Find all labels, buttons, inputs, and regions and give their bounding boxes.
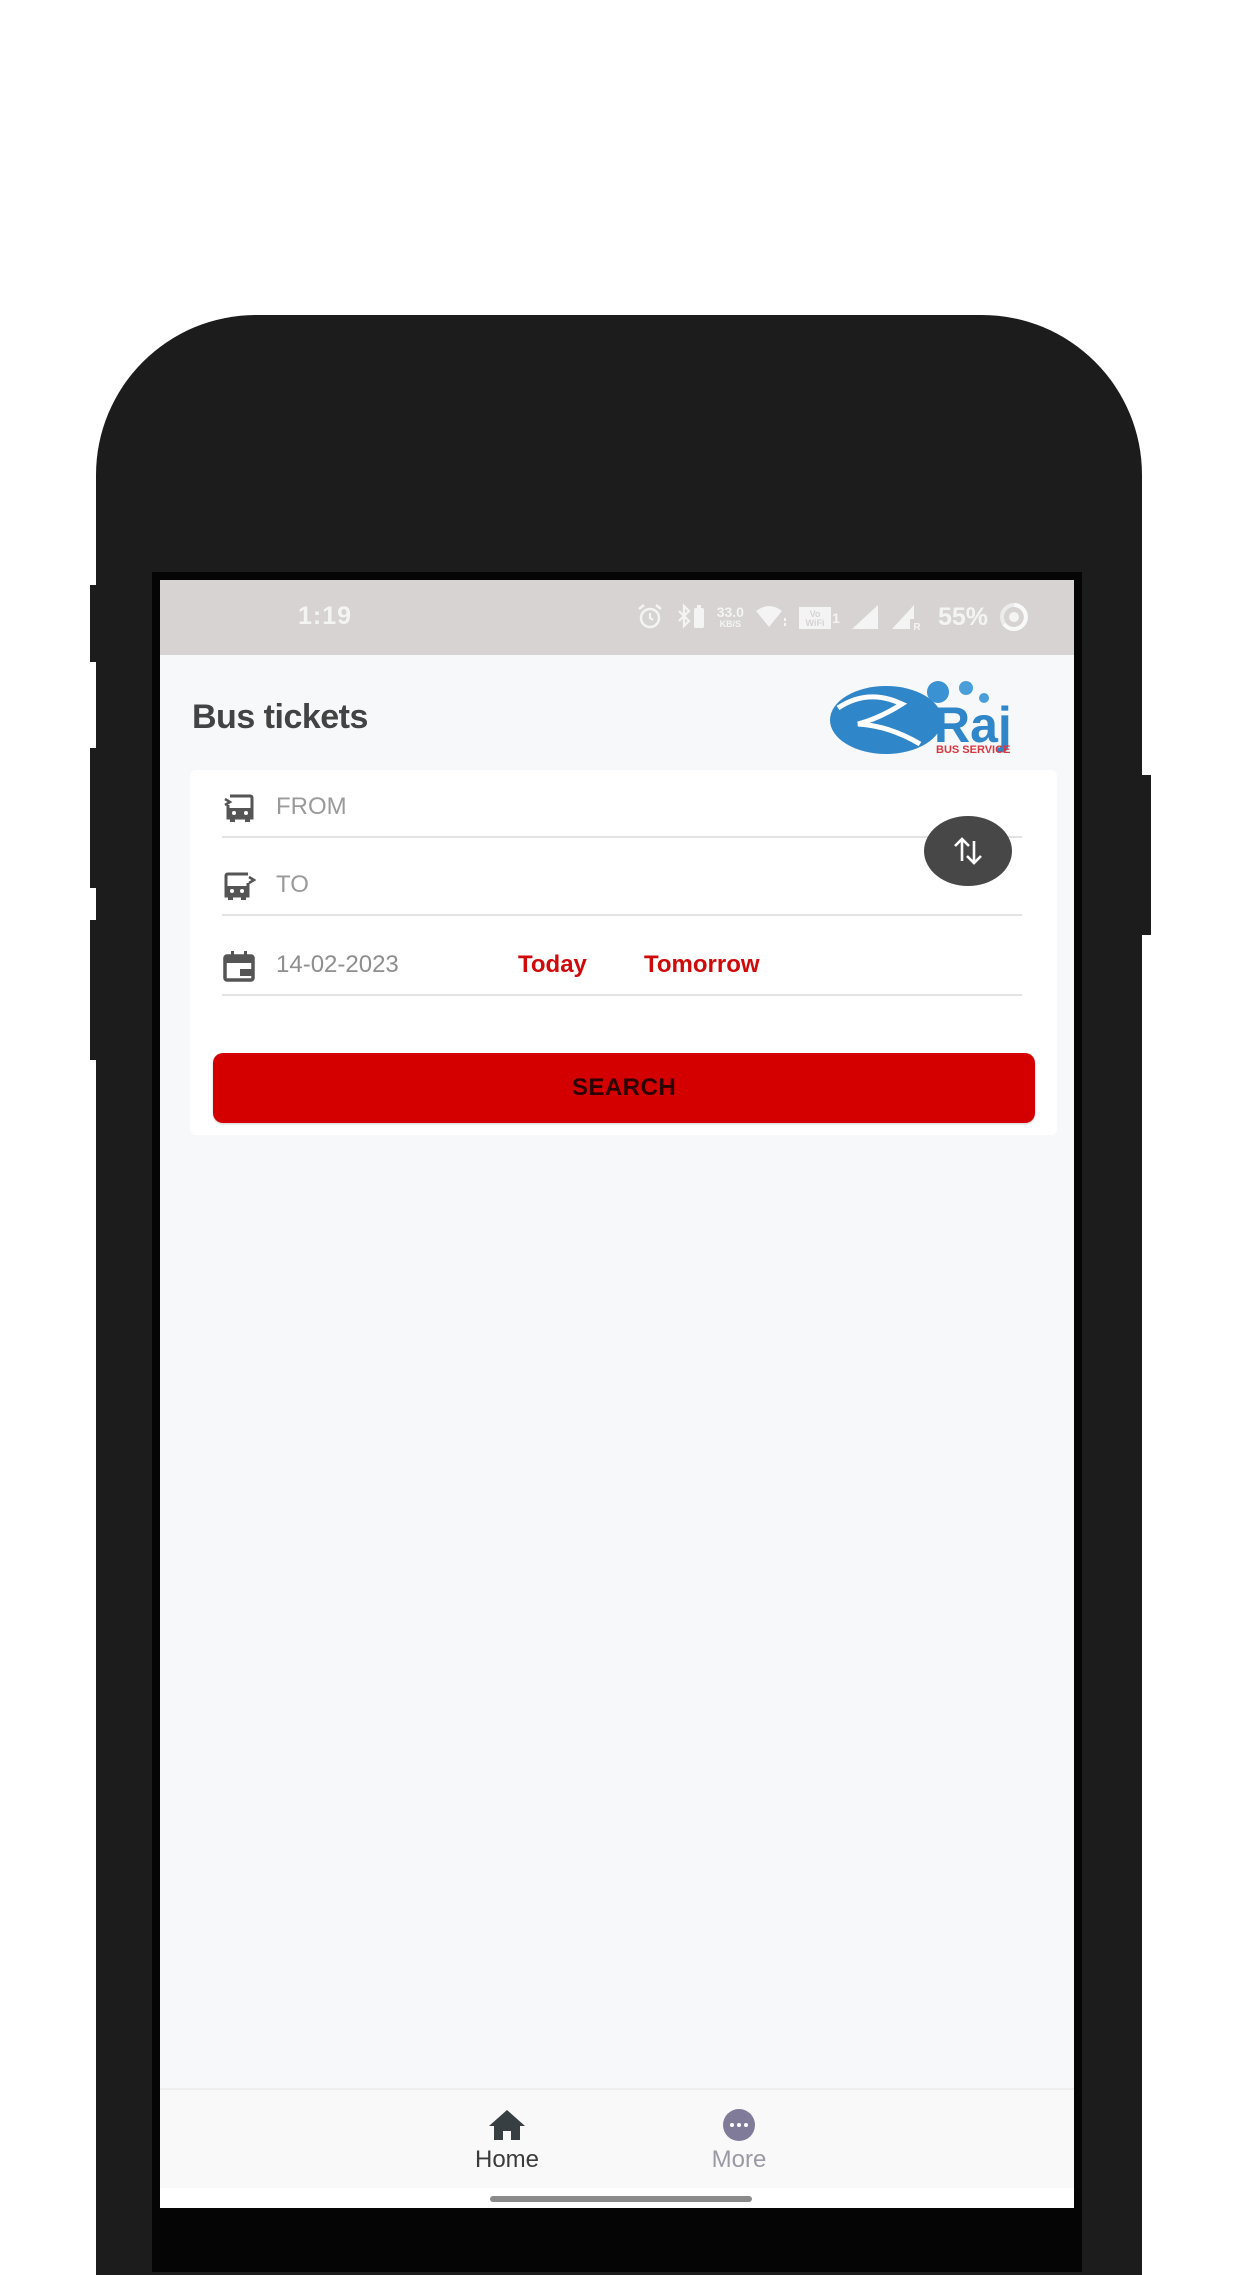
to-input[interactable] xyxy=(276,871,676,899)
status-icons: 33.0 KB/S Vo WiFi 1 R 55% xyxy=(635,598,1030,636)
battery-ring-icon xyxy=(1000,603,1028,631)
swap-arrows-icon xyxy=(954,837,982,865)
signal-icon xyxy=(851,605,878,629)
bus-departure-icon xyxy=(224,794,254,822)
logo-subtitle: BUS SERVICE xyxy=(936,744,1010,756)
swap-locations-button[interactable] xyxy=(924,816,1012,886)
tab-more-label: More xyxy=(711,2146,767,2173)
tomorrow-button[interactable]: Tomorrow xyxy=(644,951,760,979)
today-button[interactable]: Today xyxy=(518,951,587,979)
network-speed-unit: KB/S xyxy=(719,619,742,629)
tab-home[interactable]: Home xyxy=(427,2090,587,2190)
phone-side-button-left-2 xyxy=(90,748,98,888)
tab-home-label: Home xyxy=(474,2146,540,2173)
network-speed-value: 33.0 xyxy=(716,604,744,620)
search-card: 14-02-2023 Today Tomorrow SEARCH xyxy=(190,770,1057,1135)
search-button[interactable]: SEARCH xyxy=(213,1053,1035,1123)
app-screen: 1:19 33.0 KB/S Vo WiFi 1 R 55% Bus ticke… xyxy=(160,580,1074,2208)
status-time: 1:19 xyxy=(298,602,353,630)
date-value[interactable]: 14-02-2023 xyxy=(276,951,676,979)
status-bar: 1:19 33.0 KB/S Vo WiFi 1 R 55% xyxy=(160,580,1074,655)
phone-side-button-left-1 xyxy=(90,585,98,662)
to-field-row xyxy=(222,854,1022,916)
page-title: Bus tickets xyxy=(192,698,368,736)
raj-bus-service-logo: Raj BUS SERVICE xyxy=(830,681,1012,756)
alarm-icon xyxy=(637,604,662,629)
bus-arrival-icon xyxy=(224,872,256,900)
calendar-icon xyxy=(223,951,255,982)
tab-more[interactable]: More xyxy=(659,2090,819,2190)
from-input[interactable] xyxy=(276,793,676,821)
more-icon xyxy=(723,2109,755,2141)
svg-text:WiFi: WiFi xyxy=(805,618,824,628)
wifi-icon xyxy=(755,606,786,627)
home-indicator[interactable] xyxy=(490,2196,752,2202)
vowifi-icon: Vo WiFi 1 xyxy=(798,607,840,629)
svg-text:1: 1 xyxy=(832,610,840,626)
bottom-nav: Home More xyxy=(160,2088,1074,2190)
from-field-row xyxy=(222,776,1022,838)
phone-side-button-right xyxy=(1140,775,1151,935)
phone-side-button-left-3 xyxy=(90,920,98,1060)
svg-text:R: R xyxy=(913,622,921,631)
battery-percent: 55% xyxy=(937,602,988,631)
bluetooth-battery-icon xyxy=(677,603,704,629)
home-icon xyxy=(489,2110,525,2140)
network-speed: 33.0 KB/S xyxy=(717,605,744,629)
date-field-row: 14-02-2023 Today Tomorrow xyxy=(222,934,1022,996)
signal-roaming-icon: R xyxy=(891,605,921,631)
